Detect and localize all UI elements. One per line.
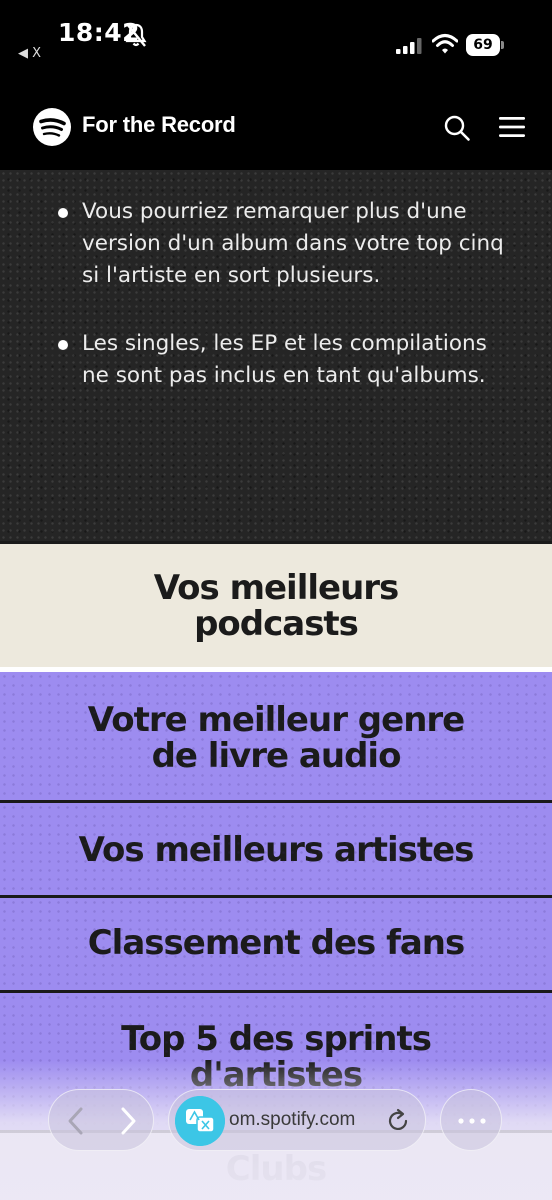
url-text[interactable]: om.spotify.com	[229, 1109, 355, 1131]
translate-icon[interactable]	[175, 1096, 225, 1146]
spotify-logo[interactable]	[32, 107, 72, 147]
album-notes-list: Vous pourriez remarquer plus d'une versi…	[56, 196, 506, 428]
site-title[interactable]: For the Record	[82, 112, 236, 138]
section-title: Clubs	[225, 1149, 327, 1189]
forward-arrow-icon[interactable]	[115, 1105, 141, 1137]
search-icon[interactable]	[443, 114, 471, 142]
reload-icon[interactable]	[384, 1107, 412, 1135]
section-title: Classement des fans	[87, 923, 466, 963]
back-to-app-link[interactable]: ◀ X	[18, 46, 41, 61]
status-bar: 18:42 ◀ X 69	[0, 0, 552, 90]
list-item: Les singles, les EP et les compilations …	[56, 328, 506, 392]
bell-slash-icon	[125, 23, 147, 47]
album-notes-section: Vous pourriez remarquer plus d'une versi…	[0, 170, 552, 542]
navigation-pill	[48, 1089, 154, 1151]
back-arrow-icon[interactable]	[63, 1105, 89, 1137]
section-title: Vos meilleurs artistes	[78, 830, 475, 870]
section-fan-ranking[interactable]: Classement des fans	[0, 895, 552, 990]
section-title: Vos meilleurs podcasts	[153, 568, 400, 644]
wifi-icon	[432, 34, 458, 54]
section-top-audiobook-genre[interactable]: Votre meilleur genre de livre audio	[0, 667, 552, 800]
battery-icon: 69	[466, 34, 504, 56]
address-bar[interactable]: om.spotify.com	[168, 1089, 426, 1151]
site-header: For the Record	[0, 90, 552, 170]
signal-icon	[396, 38, 422, 54]
section-title: Top 5 des sprints d'artistes	[121, 1019, 432, 1095]
section-title: Votre meilleur genre de livre audio	[87, 700, 465, 776]
section-top-podcasts[interactable]: Vos meilleurs podcasts	[0, 541, 552, 667]
more-icon	[458, 1118, 486, 1124]
more-button[interactable]	[440, 1089, 502, 1151]
menu-icon[interactable]	[499, 115, 525, 139]
list-item: Vous pourriez remarquer plus d'une versi…	[56, 196, 506, 292]
battery-level: 69	[466, 34, 500, 56]
section-top-artists[interactable]: Vos meilleurs artistes	[0, 800, 552, 895]
